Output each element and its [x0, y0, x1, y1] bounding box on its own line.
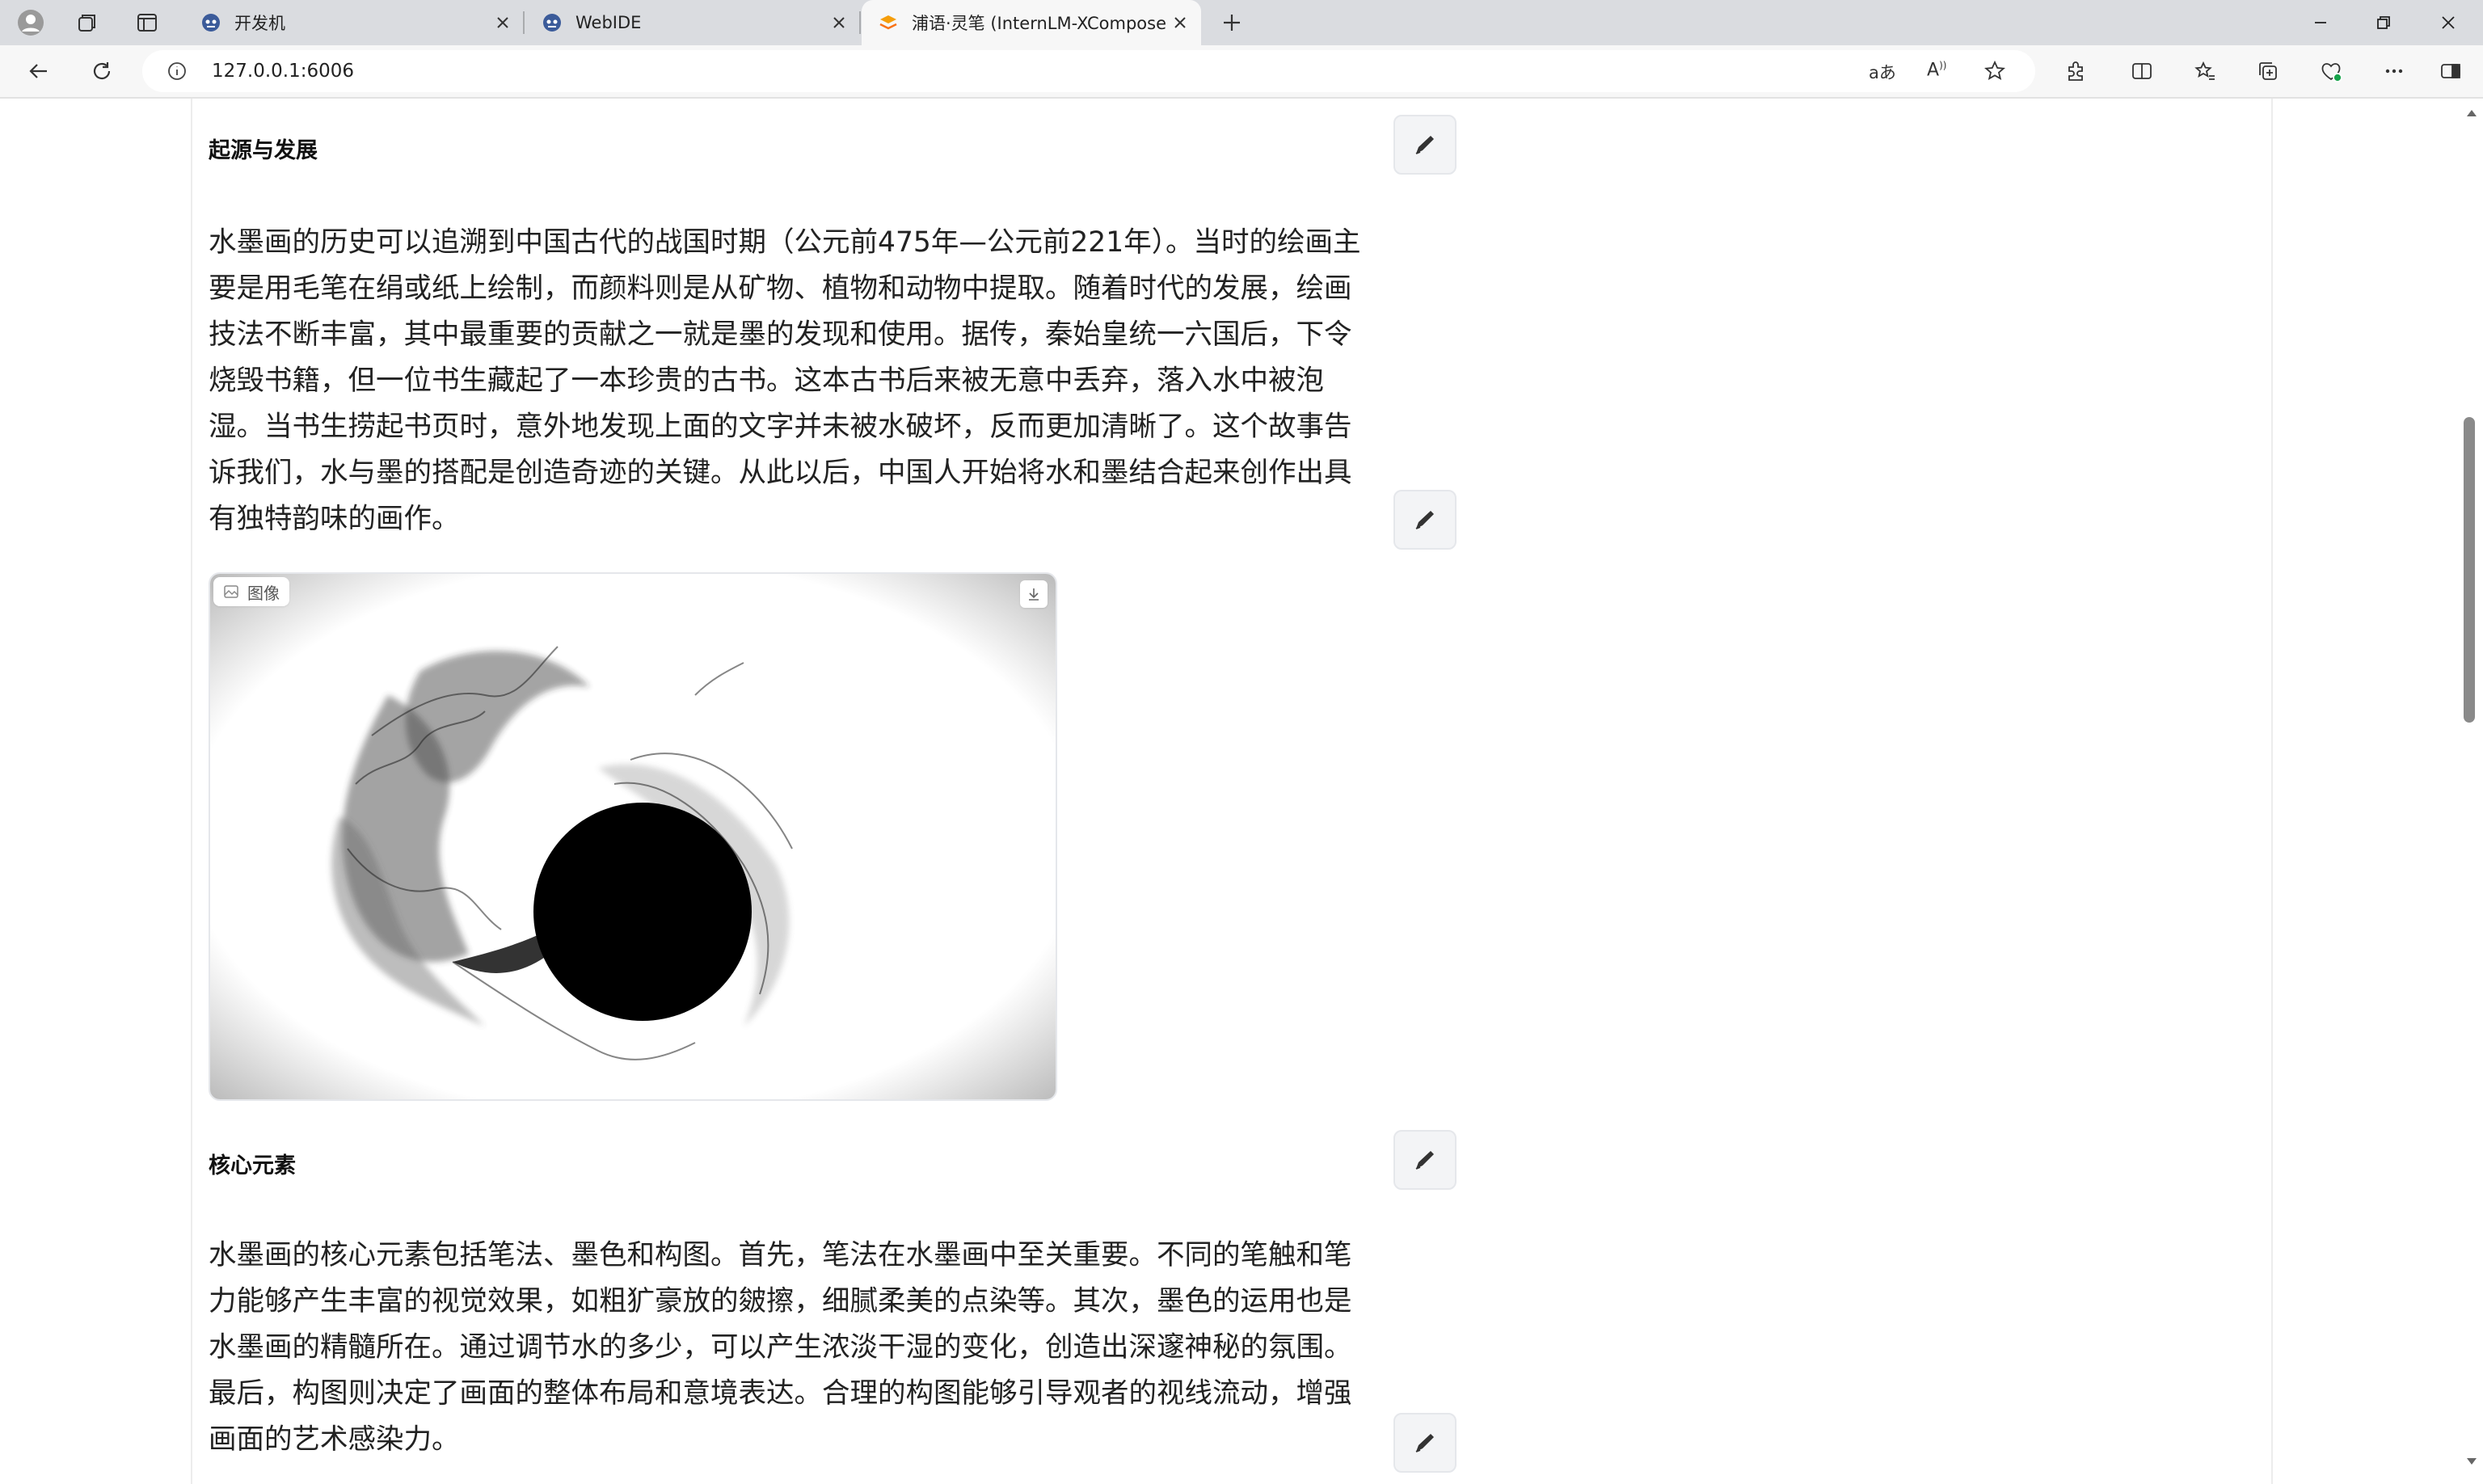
robot-icon [542, 12, 563, 33]
tab-title: WebIDE [575, 13, 642, 32]
scroll-up-icon[interactable] [2465, 108, 2478, 118]
paragraph-line: 烧毁书籍，但一位书生藏起了一本珍贵的古书。这本古书后来被无意中丢弃，落入水中被泡 [209, 365, 1324, 397]
refresh-icon[interactable] [84, 53, 120, 89]
favorites-icon[interactable] [2187, 53, 2223, 89]
section-heading-core-elements: 核心元素 [209, 1153, 296, 1178]
tab-internlm-xcomposer[interactable]: 浦语·灵笔 (InternLM-XComposer) [862, 0, 1201, 45]
close-icon[interactable] [1166, 8, 1195, 37]
more-icon[interactable] [2376, 53, 2412, 89]
section-heading-origin: 起源与发展 [209, 138, 318, 163]
split-screen-icon[interactable] [2124, 53, 2160, 89]
scrollbar-thumb[interactable] [2464, 417, 2475, 723]
edit-button[interactable] [1393, 115, 1456, 175]
paragraph-line: 力能够产生丰富的视觉效果，如粗犷豪放的皴擦，细腻柔美的点染等。其次，墨色的运用也… [209, 1285, 1352, 1317]
vertical-tabs-icon[interactable] [131, 6, 163, 39]
minimize-icon[interactable] [2287, 0, 2354, 45]
extensions-icon[interactable] [2058, 53, 2093, 89]
gradio-logo-icon [878, 12, 899, 33]
paragraph-origin: 水墨画的历史可以追溯到中国古代的战国时期（公元前475年—公元前221年）。当时… [209, 220, 1372, 542]
scroll-down-icon[interactable] [2465, 1457, 2478, 1466]
paragraph-line: 技法不断丰富，其中最重要的贡献之一就是墨的发现和使用。据传，秦始皇统一六国后，下… [209, 318, 1352, 351]
tab-bar: 开发机 WebIDE 浦语·灵笔 (InternLM-XComposer) [0, 0, 2483, 45]
paragraph-line: 最后，构图则决定了画面的整体布局和意境表达。合理的构图能够引导观者的视线流动，增… [209, 1377, 1352, 1410]
collections-icon[interactable] [2250, 53, 2286, 89]
plus-icon[interactable] [1216, 6, 1248, 39]
ink-painting-image: 图像 [209, 572, 1057, 1101]
paragraph-line: 有独特韵味的画作。 [209, 503, 460, 535]
close-window-icon[interactable] [2415, 0, 2481, 45]
pen-edit-icon [1415, 511, 1434, 529]
tab-webide[interactable]: WebIDE [525, 0, 861, 45]
translate-icon[interactable]: aあ [1869, 60, 1896, 84]
page-content: 起源与发展 水墨画的历史可以追溯到中国古代的战国时期（公元前475年—公元前22… [0, 99, 2483, 1484]
edit-button[interactable] [1393, 1130, 1456, 1190]
image-icon [224, 585, 238, 598]
paragraph-line: 水墨画的精髓所在。通过调节水的多少，可以产生浓淡干湿的变化，创造出深邃神秘的氛围… [209, 1331, 1352, 1364]
ink-drop-picture [210, 574, 1056, 1099]
scrollbar[interactable] [2460, 99, 2483, 1484]
robot-icon [200, 12, 221, 33]
edit-button[interactable] [1393, 490, 1456, 550]
close-icon[interactable] [824, 8, 854, 37]
paragraph-line: 要是用毛笔在绢或纸上绘制，而颜料则是从矿物、植物和动物中提取。随着时代的发展，绘… [209, 272, 1352, 305]
pen-edit-icon [1415, 1434, 1434, 1452]
paragraph-core-elements: 水墨画的核心元素包括笔法、墨色和构图。首先，笔法在水墨画中至关重要。不同的笔触和… [209, 1233, 1372, 1463]
image-label: 图像 [213, 577, 289, 606]
paragraph-line: 水墨画的历史可以追溯到中国古代的战国时期（公元前475年—公元前221年）。当时… [209, 226, 1361, 259]
tab-title: 浦语·灵笔 (InternLM-XComposer) [912, 14, 1166, 33]
column-divider [2271, 99, 2273, 1484]
paragraph-line: 水墨画的核心元素包括笔法、墨色和构图。首先，笔法在水墨画中至关重要。不同的笔触和… [209, 1239, 1352, 1271]
url-text[interactable]: 127.0.0.1:6006 [212, 61, 354, 82]
info-icon[interactable] [167, 61, 188, 85]
close-icon[interactable] [488, 8, 517, 37]
tab-kaifaji[interactable]: 开发机 [184, 0, 525, 45]
download-button[interactable] [1020, 580, 1048, 608]
restore-icon[interactable] [2350, 0, 2417, 45]
back-icon[interactable] [21, 53, 57, 89]
favorite-star-icon[interactable] [1983, 60, 2006, 86]
column-divider [191, 99, 192, 1484]
sidebar-icon[interactable] [2433, 53, 2468, 89]
tab-title: 开发机 [234, 14, 285, 33]
workspaces-icon[interactable] [71, 6, 103, 39]
paragraph-line: 诉我们，水与墨的搭配是创造奇迹的关键。从此以后，中国人开始将水和墨结合起来创作出… [209, 457, 1352, 489]
download-icon [1029, 588, 1039, 601]
edit-button[interactable] [1393, 1413, 1456, 1473]
profile-icon[interactable] [15, 6, 47, 39]
paragraph-line: 湿。当书生捞起书页时，意外地发现上面的文字并未被水破坏，反而更加清晰了。这个故事… [209, 411, 1352, 443]
navigation-bar: 127.0.0.1:6006 aあ A)) [0, 45, 2483, 99]
pen-edit-icon [1415, 1151, 1434, 1170]
paragraph-line: 画面的艺术感染力。 [209, 1423, 460, 1456]
address-bar[interactable]: 127.0.0.1:6006 aあ A)) [142, 50, 2035, 92]
image-label-text: 图像 [247, 583, 280, 603]
read-aloud-icon[interactable]: A)) [1927, 60, 1946, 80]
browser-essentials-icon[interactable] [2313, 53, 2349, 89]
pen-edit-icon [1415, 136, 1434, 154]
